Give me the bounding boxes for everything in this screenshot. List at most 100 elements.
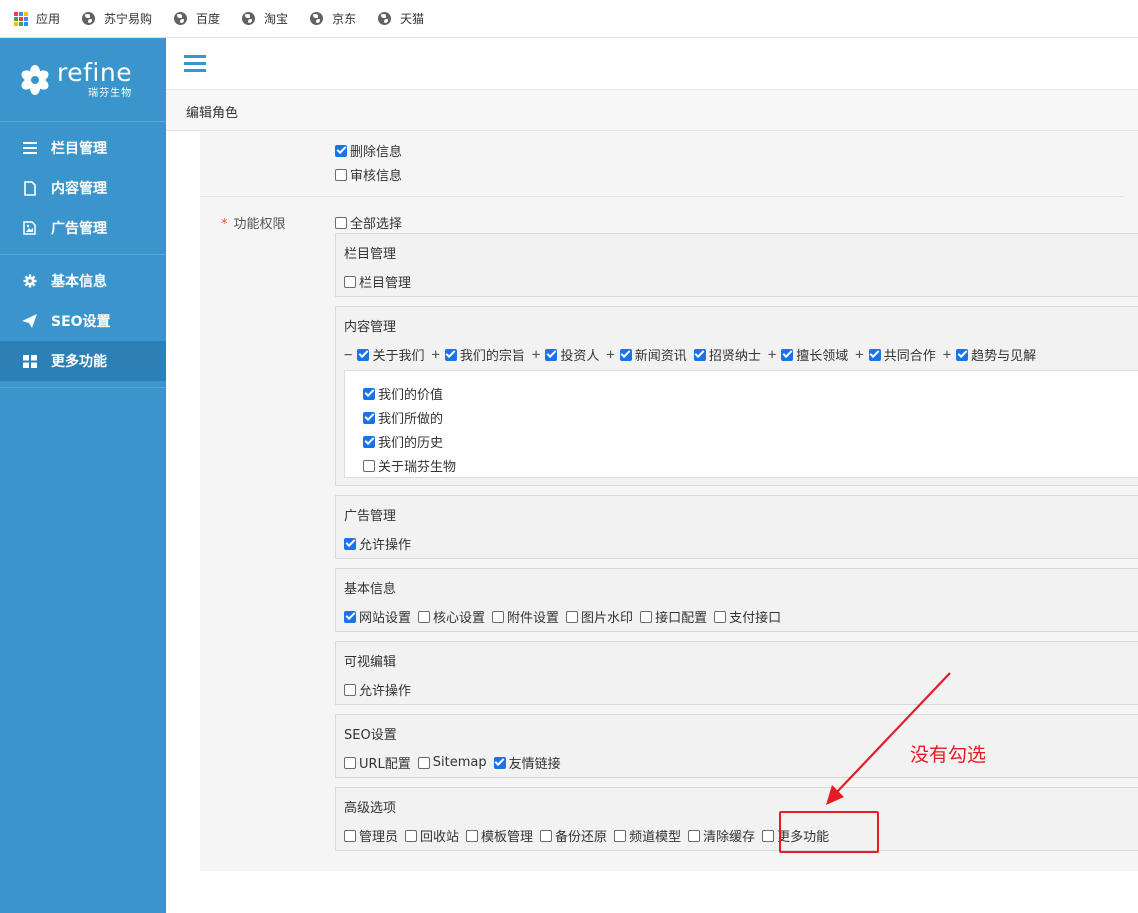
checkbox[interactable]	[344, 275, 356, 288]
checkbox-attachment-settings[interactable]: 附件设置	[492, 607, 559, 626]
checkbox-core-settings[interactable]: 核心设置	[418, 607, 485, 626]
checkbox-label: 删除信息	[350, 145, 403, 160]
expand-toggle[interactable]: +	[855, 347, 863, 363]
checkbox-review-info[interactable]: 审核信息	[335, 165, 402, 184]
bookmark-item[interactable]: 淘宝	[242, 10, 288, 27]
checkbox-ads-allow[interactable]: 允许操作	[344, 534, 411, 553]
expand-toggle[interactable]: +	[532, 347, 540, 363]
checkbox-clear-cache[interactable]: 清除缓存	[688, 826, 755, 845]
checkbox-friend-links[interactable]: 友情链接	[493, 753, 561, 772]
checkbox[interactable]	[417, 756, 430, 769]
sidebar-item-label: 广告管理	[51, 221, 107, 237]
checkbox[interactable]	[335, 168, 347, 181]
checkbox-channel-model[interactable]: 频道模型	[614, 826, 681, 845]
checkbox[interactable]	[335, 144, 347, 157]
sidebar-item-column[interactable]: 栏目管理	[0, 128, 166, 168]
sidebar-item-ads[interactable]: 广告管理	[0, 208, 166, 248]
bookmark-item[interactable]: 京东	[310, 10, 356, 27]
bookmark-item[interactable]: 天猫	[378, 10, 424, 27]
sidebar-item-more[interactable]: 更多功能	[0, 341, 166, 381]
sidebar-item-basic-info[interactable]: 基本信息	[0, 261, 166, 301]
page-title: 编辑角色	[186, 106, 239, 121]
globe-icon	[310, 12, 324, 25]
checkbox-select-all[interactable]: 全部选择	[335, 213, 402, 232]
checkbox[interactable]	[335, 216, 347, 229]
logo[interactable]: refine 瑞芬生物	[0, 38, 166, 122]
sidebar-item-content[interactable]: 内容管理	[0, 168, 166, 208]
checkbox-label: 模板管理	[481, 830, 534, 845]
checkbox-admin[interactable]: 管理员	[344, 826, 398, 845]
checkbox-label: 友情链接	[508, 757, 561, 772]
checkbox-label: 备份还原	[555, 830, 608, 845]
hamburger-menu-icon[interactable]	[184, 55, 206, 73]
checkbox[interactable]	[357, 348, 370, 361]
sidebar-item-seo[interactable]: SEO设置	[0, 301, 166, 341]
checkbox-news[interactable]: 新闻资讯	[619, 345, 687, 364]
checkbox[interactable]	[614, 829, 627, 842]
checkbox[interactable]	[868, 348, 881, 361]
checkbox[interactable]	[363, 459, 375, 472]
checkbox[interactable]	[344, 537, 356, 550]
expand-toggle[interactable]: +	[768, 347, 776, 363]
checkbox[interactable]	[363, 411, 375, 424]
expand-toggle[interactable]: +	[943, 347, 951, 363]
checkbox-expertise[interactable]: 擅长领域	[781, 345, 848, 364]
bookmark-apps[interactable]: 应用	[14, 10, 60, 27]
checkbox-about-us[interactable]: 关于我们	[357, 345, 424, 364]
checkbox-delete-info[interactable]: 删除信息	[335, 141, 402, 160]
checkbox[interactable]	[566, 610, 579, 623]
checkbox-payment-api[interactable]: 支付接口	[714, 607, 781, 626]
checkbox[interactable]	[688, 829, 701, 842]
checkbox[interactable]	[956, 348, 969, 361]
checkbox[interactable]	[619, 348, 632, 361]
expand-toggle[interactable]: +	[606, 347, 614, 363]
checkbox[interactable]	[444, 348, 457, 361]
bookmark-label: 苏宁易购	[104, 12, 153, 26]
checkbox-sitemap[interactable]: Sitemap	[417, 755, 487, 770]
checkbox[interactable]	[344, 829, 356, 842]
checkbox-trends[interactable]: 趋势与见解	[956, 345, 1036, 364]
checkbox[interactable]	[363, 435, 375, 448]
checkbox[interactable]	[540, 829, 553, 842]
checkbox-our-mission[interactable]: 我们的宗旨	[444, 345, 525, 364]
bookmark-label: 京东	[332, 12, 357, 26]
checkbox-our-history[interactable]: 我们的历史	[363, 432, 443, 451]
checkbox[interactable]	[545, 348, 558, 361]
checkbox-column-manage[interactable]: 栏目管理	[344, 272, 411, 291]
checkbox[interactable]	[493, 756, 506, 769]
checkbox[interactable]	[344, 610, 356, 623]
checkbox-watermark[interactable]: 图片水印	[566, 607, 633, 626]
checkbox-cooperation[interactable]: 共同合作	[868, 345, 936, 364]
checkbox-careers[interactable]: 招贤纳士	[693, 345, 761, 364]
sidebar-item-label: 基本信息	[51, 274, 107, 290]
checkbox[interactable]	[492, 610, 505, 623]
checkbox[interactable]	[344, 756, 356, 769]
checkbox-what-we-do[interactable]: 我们所做的	[363, 408, 443, 427]
checkbox[interactable]	[714, 610, 727, 623]
bookmark-item[interactable]: 百度	[174, 10, 220, 27]
checkbox-template-manage[interactable]: 模板管理	[466, 826, 533, 845]
bookmark-item[interactable]: 苏宁易购	[82, 10, 152, 27]
checkbox-url-config[interactable]: URL配置	[344, 753, 411, 772]
checkbox-backup-restore[interactable]: 备份还原	[540, 826, 607, 845]
checkbox[interactable]	[693, 348, 706, 361]
expand-toggle[interactable]: +	[431, 347, 439, 363]
checkbox[interactable]	[640, 610, 653, 623]
checkbox[interactable]	[781, 348, 794, 361]
checkbox[interactable]	[405, 829, 418, 842]
checkbox-about-refine[interactable]: 关于瑞芬生物	[363, 456, 456, 475]
collapse-toggle[interactable]: −	[344, 347, 352, 363]
checkbox[interactable]	[344, 683, 356, 696]
checkbox[interactable]	[418, 610, 431, 623]
checkbox-visual-allow[interactable]: 允许操作	[344, 680, 411, 699]
checkbox-investors[interactable]: 投资人	[545, 345, 599, 364]
checkbox-site-settings[interactable]: 网站设置	[344, 607, 411, 626]
checkbox-recycle-bin[interactable]: 回收站	[405, 826, 459, 845]
checkbox[interactable]	[466, 829, 479, 842]
checkbox-api-config[interactable]: 接口配置	[640, 607, 707, 626]
checkbox[interactable]	[363, 387, 375, 400]
checkbox-label: 管理员	[359, 830, 399, 845]
checkbox[interactable]	[762, 829, 775, 842]
checkbox-label: 允许操作	[359, 538, 412, 553]
checkbox-our-values[interactable]: 我们的价值	[363, 384, 443, 403]
